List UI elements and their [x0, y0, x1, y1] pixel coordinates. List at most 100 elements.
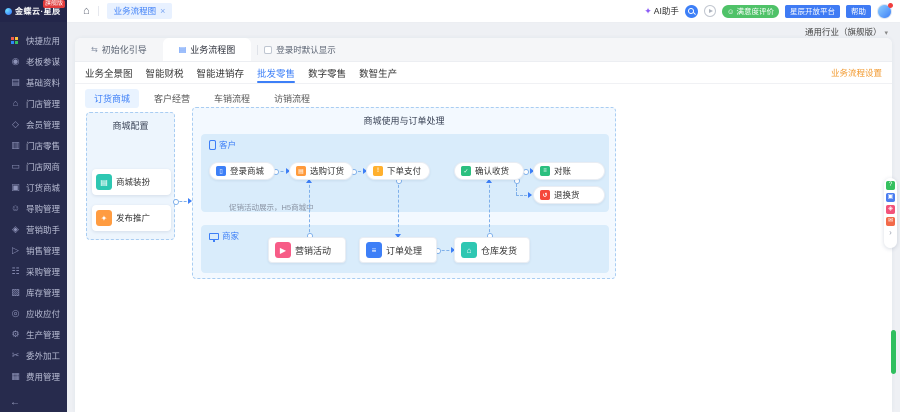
edition-badge: 旗舰版 [42, 0, 65, 8]
sidebar-item-boss-advisor[interactable]: ◉ 老板参谋 [0, 51, 67, 72]
avatar[interactable] [877, 2, 893, 19]
scrollbar-thumb[interactable] [891, 330, 896, 374]
lane-merchant: 商家 ▶ 营销活动 ≡ 订单处理 ⌂ 仓库发货 [201, 225, 609, 273]
store-retail-icon: ▥ [11, 140, 20, 150]
flow-node-warehouse-ship[interactable]: ⌂ 仓库发货 [454, 237, 530, 263]
sidebar-item-receivable-payable[interactable]: ◎ 应收应付 [0, 303, 67, 324]
ai-assistant-button[interactable]: ✦ AI助手 [644, 5, 679, 17]
flow-node-pay-order[interactable]: ! 下单支付 [366, 162, 430, 180]
default-display-option: 登录时默认显示 [264, 38, 336, 61]
sidebar-collapse-arrow-icon[interactable]: ← [10, 397, 20, 408]
nav-tab-invoicing[interactable]: 智能进销存 [197, 62, 245, 83]
sidebar-item-inventory-manage[interactable]: ▧ 库存管理 [0, 282, 67, 303]
nav-tab-panorama[interactable]: 业务全景图 [85, 62, 133, 83]
help-button[interactable]: 帮助 [846, 4, 871, 18]
reconcile-icon: ≡ [540, 166, 550, 176]
app-window: 金蝶云·星辰 旗舰版 快捷应用 ◉ 老板参谋 ▤ 基础资料 ⌂ 门店管理 ◇ 会员管理 … [0, 0, 900, 412]
top-bar: ⌂ 业务流程图 × ✦ AI助手 ☺ 满意度评价 星辰开放平台 帮助 [67, 0, 900, 22]
top-bar-right: ✦ AI助手 ☺ 满意度评价 星辰开放平台 帮助 [644, 2, 900, 19]
toolbar-collapse-icon[interactable]: › [889, 229, 892, 237]
init-guide-icon: ⇆ [91, 45, 98, 54]
subtab-customer-operation[interactable]: 客户经营 [145, 89, 199, 108]
expense-manage-icon: ▦ [11, 371, 20, 381]
feedback-icon[interactable]: ◈ [886, 205, 895, 214]
guide-manage-icon: ☺ [10, 203, 21, 213]
search-icon[interactable] [684, 4, 698, 18]
flow-node-reconcile[interactable]: ≡ 对账 [533, 162, 605, 180]
store-online-icon: ▭ [11, 161, 20, 171]
sidebar-menu: 快捷应用 ◉ 老板参谋 ▤ 基础资料 ⌂ 门店管理 ◇ 会员管理 ▥ 门店零售 ▭ 门店网商… [0, 22, 67, 387]
sidebar-item-production-manage[interactable]: ⚙ 生产管理 [0, 324, 67, 345]
nav-tab-wholesale-retail[interactable]: 批发零售 [257, 62, 296, 83]
mall-usage-title: 商城使用与订单处理 [363, 116, 445, 126]
boss-advisor-icon: ◉ [11, 56, 20, 66]
sidebar-item-purchase-manage[interactable]: ☷ 采购管理 [0, 261, 67, 282]
logo-mark-icon [5, 7, 12, 15]
industry-selector[interactable]: 通用行业（旗舰版） ▾ [805, 26, 888, 38]
mall-usage-panel: 商城使用与订单处理 客户 ▯ 登录商城 ▤ 选购订货 ! 下单支付 ✓ 确认收货… [192, 107, 616, 279]
flow-settings-link[interactable]: 业务流程设置 [831, 67, 882, 79]
sidebar-item-store-retail[interactable]: ▥ 门店零售 [0, 135, 67, 156]
flow-node-login-mall[interactable]: ▯ 登录商城 [209, 162, 275, 180]
login-mall-icon: ▯ [216, 166, 226, 176]
receivable-payable-icon: ◎ [11, 308, 20, 318]
connector-login-to-select [273, 168, 290, 175]
nav-tab-digital-retail[interactable]: 数字零售 [308, 62, 346, 83]
sidebar-item-order-mall[interactable]: ▣ 订货商城 [0, 177, 67, 198]
sidebar-item-quick-apps[interactable]: 快捷应用 [0, 30, 67, 51]
app-widget-icon[interactable]: ▣ [886, 193, 895, 202]
sidebar-item-outsourcing[interactable]: ✂ 委外加工 [0, 345, 67, 366]
sidebar-item-marketing-helper[interactable]: ◈ 营销助手 [0, 219, 67, 240]
open-page-tab[interactable]: 业务流程图 × [106, 3, 173, 19]
app-logo: 金蝶云·星辰 旗舰版 [0, 0, 67, 22]
flow-annotation: 促销活动展示，H5商城中 [229, 203, 314, 212]
satisfaction-button[interactable]: ☺ 满意度评价 [721, 4, 779, 18]
chevron-down-icon: ▾ [884, 30, 888, 37]
lane-customer-label: 客户 [209, 139, 236, 151]
nav-tab-smart-production[interactable]: 数智生产 [359, 62, 397, 83]
sidebar-item-store-manage[interactable]: ⌂ 门店管理 [0, 93, 67, 114]
nav-tab-finance-tax[interactable]: 智能财税 [146, 62, 184, 83]
workspace-card: ⇆ 初始化引导 ▤ 业务流程图 登录时默认显示 业务全景图 智能财税 智能进销存… [75, 38, 892, 412]
sidebar-item-member-manage[interactable]: ◇ 会员管理 [0, 114, 67, 135]
subtab-order-mall[interactable]: 订货商城 [85, 88, 140, 108]
workspace-tabs-bar: ⇆ 初始化引导 ▤ 业务流程图 登录时默认显示 [75, 38, 892, 62]
sidebar-item-base-data[interactable]: ▤ 基础资料 [0, 72, 67, 93]
promo-icon[interactable]: ✉ [886, 217, 895, 226]
monitor-icon [209, 232, 219, 242]
notification-badge [888, 2, 893, 8]
base-data-icon: ▤ [11, 77, 20, 87]
sales-manage-icon: ▷ [12, 245, 19, 255]
tab-init-guide[interactable]: ⇆ 初始化引导 [75, 38, 163, 61]
lane-merchant-label: 商家 [209, 230, 239, 242]
floating-toolbar: ? ▣ ◈ ✉ › [884, 178, 897, 248]
flow-node-publish-promote[interactable]: ✦ 发布推广 [92, 205, 171, 231]
question-icon[interactable]: ? [886, 181, 895, 190]
home-icon[interactable]: ⌂ [83, 5, 90, 17]
open-page-tab-label: 业务流程图 [113, 6, 157, 16]
sparkle-icon: ✦ [644, 5, 652, 16]
video-help-icon[interactable] [703, 5, 716, 17]
connector-select-to-pay [351, 168, 367, 175]
sidebar-item-expense-manage[interactable]: ▦ 费用管理 [0, 366, 67, 387]
flow-node-mall-decorate[interactable]: ▤ 商城装扮 [92, 169, 171, 195]
sidebar-item-sales-manage[interactable]: ▷ 销售管理 [0, 240, 67, 261]
sidebar-item-store-online[interactable]: ▭ 门店网商 [0, 156, 67, 177]
default-display-label: 登录时默认显示 [276, 44, 336, 55]
sidebar-item-guide-manage[interactable]: ☺ 导购管理 [0, 198, 67, 219]
divider [97, 6, 99, 16]
publish-promote-icon: ✦ [96, 210, 112, 226]
tab-business-flow[interactable]: ▤ 业务流程图 [162, 38, 252, 61]
flow-node-confirm-receipt[interactable]: ✓ 确认收货 [454, 162, 524, 180]
close-tab-icon[interactable]: × [160, 6, 165, 16]
flow-node-return-exchange[interactable]: ↺ 退换货 [533, 186, 605, 204]
default-display-checkbox[interactable] [264, 45, 273, 54]
flow-node-select-order[interactable]: ▤ 选购订货 [289, 162, 353, 180]
order-mall-icon: ▣ [11, 182, 20, 192]
divider [257, 44, 259, 55]
subtab-visit-sales-flow[interactable]: 访销流程 [265, 89, 319, 108]
flow-node-marketing-activity[interactable]: ▶ 营销活动 [268, 237, 346, 263]
flow-node-order-process[interactable]: ≡ 订单处理 [359, 237, 437, 263]
subtab-truck-sales-flow[interactable]: 车销流程 [205, 89, 259, 108]
open-platform-button[interactable]: 星辰开放平台 [785, 4, 840, 18]
